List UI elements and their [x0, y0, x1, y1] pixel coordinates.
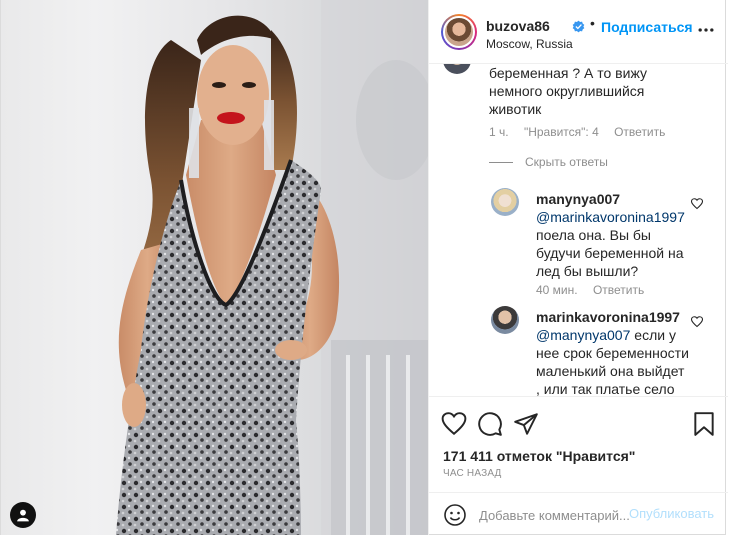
- more-icon[interactable]: [696, 20, 716, 40]
- add-comment-bar: Опубликовать: [429, 492, 728, 535]
- like-heart-icon[interactable]: [441, 411, 467, 437]
- post-sidebar: buzova86 • Подписаться Moscow, Russia бе…: [428, 0, 728, 535]
- reply-username[interactable]: manynya007: [536, 191, 620, 207]
- reply-text: manynya007 @marinkavoronina1997 поела он…: [536, 191, 685, 279]
- heart-icon[interactable]: [691, 316, 703, 328]
- reply-avatar[interactable]: [491, 188, 519, 216]
- user-tag-button[interactable]: [10, 502, 36, 528]
- verified-icon: [572, 20, 585, 33]
- commenter-avatar[interactable]: [443, 64, 471, 74]
- bookmark-icon[interactable]: [691, 411, 717, 437]
- comment-likes[interactable]: "Нравится": 4: [524, 125, 599, 139]
- comments-list[interactable]: беременная ? А то вижу немного округливш…: [429, 64, 728, 396]
- hide-replies-label: Скрыть ответы: [525, 155, 608, 169]
- reply-text: marinkavoronina1997 @manynya007 если у н…: [536, 309, 689, 396]
- reply-avatar[interactable]: [491, 306, 519, 334]
- comment-icon[interactable]: [477, 411, 503, 437]
- mention-link[interactable]: @manynya007: [536, 327, 630, 343]
- reply-meta: 40 мин. Ответить: [536, 283, 656, 297]
- author-username[interactable]: buzova86: [486, 18, 550, 34]
- post-header: buzova86 • Подписаться Moscow, Russia: [429, 0, 728, 64]
- author-avatar[interactable]: [441, 14, 477, 50]
- comment-meta: 1 ч. "Нравится": 4 Ответить: [489, 125, 677, 139]
- post-time[interactable]: ЧАС НАЗАД: [443, 468, 502, 479]
- post-actions: 171 411 отметок "Нравится" ЧАС НАЗАД: [429, 396, 728, 492]
- emoji-icon[interactable]: [443, 503, 467, 527]
- reply-button[interactable]: Ответить: [614, 125, 665, 139]
- share-icon[interactable]: [513, 411, 539, 437]
- reply-button[interactable]: Ответить: [593, 283, 644, 297]
- post-dialog: buzova86 • Подписаться Moscow, Russia бе…: [0, 0, 728, 535]
- likes-count[interactable]: 171 411 отметок "Нравится": [443, 448, 635, 464]
- mention-link[interactable]: @marinkavoronina1997: [536, 208, 685, 226]
- divider: [489, 161, 513, 163]
- post-comment-button[interactable]: Опубликовать: [629, 506, 714, 521]
- post-location[interactable]: Moscow, Russia: [486, 37, 573, 51]
- comment-time[interactable]: 1 ч.: [489, 125, 509, 139]
- follow-button[interactable]: Подписаться: [601, 19, 693, 35]
- header-separator: •: [590, 15, 595, 31]
- comment-text: беременная ? А то вижу немного округливш…: [489, 65, 647, 117]
- comment-input[interactable]: [479, 505, 629, 525]
- reply-time[interactable]: 40 мин.: [536, 283, 578, 297]
- heart-icon[interactable]: [691, 198, 703, 210]
- user-tag-icon: [17, 509, 29, 522]
- reply-username[interactable]: marinkavoronina1997: [536, 309, 680, 325]
- post-photo[interactable]: [1, 0, 428, 535]
- woman-in-sequin-dress-image: [116, 0, 428, 535]
- hide-replies-button[interactable]: Скрыть ответы: [489, 155, 608, 169]
